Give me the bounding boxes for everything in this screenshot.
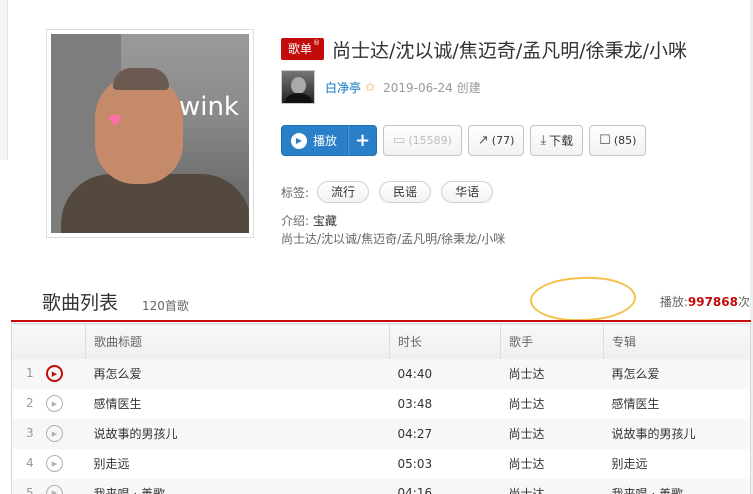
tags-row: 标签: 流行 民谣 华语 xyxy=(281,181,503,203)
play-circle-icon[interactable]: ▶ xyxy=(46,365,63,382)
song-title[interactable]: 别走远 xyxy=(85,448,390,479)
play-circle-icon[interactable]: ▶ xyxy=(46,484,63,494)
creator-info: 白净亭 ✩ 2019-06-24 创建 xyxy=(281,70,481,104)
song-album[interactable]: 再怎么爱 xyxy=(603,358,751,389)
intro-text: 宝藏 xyxy=(312,214,337,228)
playlist-title: 尚士达/沈以诚/焦迈奇/孟凡明/徐秉龙/小咪 xyxy=(332,39,688,62)
star-icon: ✩ xyxy=(365,80,376,94)
play-circle-icon[interactable]: ▶ xyxy=(46,395,63,412)
created-date: 2019-06-24 创建 xyxy=(383,80,481,95)
playlist-header: 歌单 ® 尚士达/沈以诚/焦迈奇/孟凡明/徐秉龙/小咪 xyxy=(281,36,687,62)
play-button-group: ▶ 播放 + xyxy=(281,125,378,156)
song-duration: 04:16 xyxy=(389,478,501,494)
col-artist: 歌手 xyxy=(500,323,604,359)
intro-line2: 尚士达/沈以诚/焦迈奇/孟凡明/徐秉龙/小咪 xyxy=(281,232,506,246)
song-album[interactable]: 别走远 xyxy=(603,448,751,479)
table-row[interactable]: 3 ▶ 说故事的男孩儿 04:27 尚士达 说故事的男孩儿 xyxy=(11,418,751,449)
add-icon: + xyxy=(354,130,371,151)
song-album[interactable]: 感情医生 xyxy=(603,388,751,419)
song-title[interactable]: 说故事的男孩儿 xyxy=(85,418,390,449)
creator-avatar[interactable] xyxy=(281,70,315,104)
play-count: 播放:997868次 xyxy=(659,295,750,309)
action-buttons: ▶ 播放 + ▭ (15589) ↗ (77) ⤓ 下载 ☐ (85) xyxy=(281,125,652,156)
tags-label: 标签: xyxy=(281,185,310,200)
row-index: 3 xyxy=(26,426,34,440)
intro-label: 介绍: xyxy=(281,214,310,228)
col-title: 歌曲标题 xyxy=(85,323,390,359)
song-artist[interactable]: 尚士达 xyxy=(500,358,604,389)
cover-image: ♥ wink xyxy=(51,34,249,233)
song-duration: 03:48 xyxy=(389,388,501,419)
tag-item[interactable]: 华语 xyxy=(441,181,494,203)
tag-item[interactable]: 流行 xyxy=(317,181,370,203)
left-scroll-edge xyxy=(0,0,8,160)
download-icon: ⤓ xyxy=(540,133,547,148)
song-artist[interactable]: 尚士达 xyxy=(500,418,604,449)
add-to-queue-button[interactable]: + xyxy=(348,125,378,156)
play-icon: ▶ xyxy=(291,132,307,149)
song-title[interactable]: 我来唱 · 善歌 xyxy=(85,478,390,494)
download-button[interactable]: ⤓ 下载 xyxy=(530,125,584,156)
song-duration: 04:27 xyxy=(389,418,501,449)
playlist-badge: 歌单 ® xyxy=(281,38,325,60)
share-button[interactable]: ↗ (77) xyxy=(467,125,525,156)
comment-button[interactable]: ☐ (85) xyxy=(589,125,647,156)
col-duration: 时长 xyxy=(389,323,501,359)
playlist-intro: 介绍: 宝藏 尚士达/沈以诚/焦迈奇/孟凡明/徐秉龙/小咪 xyxy=(281,212,505,248)
play-label: 播放 xyxy=(313,134,338,148)
playlist-cover: ♥ wink xyxy=(46,29,254,238)
table-row[interactable]: 4 ▶ 别走远 05:03 尚士达 别走远 xyxy=(11,448,751,479)
share-icon: ↗ xyxy=(477,133,489,148)
table-row[interactable]: 1 ▶ 再怎么爱 04:40 尚士达 再怎么爱 xyxy=(11,358,751,389)
table-row[interactable]: 2 ▶ 感情医生 03:48 尚士达 感情医生 xyxy=(11,388,751,419)
row-index: 5 xyxy=(26,485,34,494)
song-table: 歌曲标题 时长 歌手 专辑 1 ▶ 再怎么爱 04:40 尚士达 再怎么爱 2 ▶ … xyxy=(11,323,751,494)
creator-name[interactable]: 白净亭 xyxy=(325,79,361,96)
song-list-title: 歌曲列表 xyxy=(42,292,119,314)
song-count: 120首歌 xyxy=(142,299,189,313)
song-title[interactable]: 再怎么爱 xyxy=(85,358,390,389)
table-row[interactable]: 5 ▶ 我来唱 · 善歌 04:16 尚士达 我来唱 · 善歌 xyxy=(11,478,751,494)
col-album: 专辑 xyxy=(603,323,751,359)
heart-icon: ♥ xyxy=(108,111,123,130)
row-index: 2 xyxy=(26,396,34,410)
song-album[interactable]: 我来唱 · 善歌 xyxy=(603,478,751,494)
song-artist[interactable]: 尚士达 xyxy=(500,388,604,419)
comment-icon: ☐ xyxy=(599,133,611,148)
tag-item[interactable]: 民谣 xyxy=(379,181,432,203)
table-header-row: 歌曲标题 时长 歌手 专辑 xyxy=(11,323,751,359)
song-list-header: 歌曲列表 120首歌 播放:997868次 xyxy=(42,288,750,320)
favorite-button[interactable]: ▭ (15589) xyxy=(383,125,462,156)
song-duration: 05:03 xyxy=(389,448,501,479)
song-artist[interactable]: 尚士达 xyxy=(500,478,604,494)
col-index xyxy=(11,323,86,359)
play-button[interactable]: ▶ 播放 xyxy=(281,125,349,156)
play-circle-icon[interactable]: ▶ xyxy=(46,425,63,442)
row-index: 1 xyxy=(26,366,34,380)
play-circle-icon[interactable]: ▶ xyxy=(46,455,63,472)
song-title[interactable]: 感情医生 xyxy=(85,388,390,419)
song-duration: 04:40 xyxy=(389,358,501,389)
folder-icon: ▭ xyxy=(393,133,406,148)
cover-text: wink xyxy=(178,92,239,122)
song-artist[interactable]: 尚士达 xyxy=(500,448,604,479)
song-album[interactable]: 说故事的男孩儿 xyxy=(603,418,751,449)
header-divider xyxy=(11,320,751,322)
row-index: 4 xyxy=(26,456,34,470)
